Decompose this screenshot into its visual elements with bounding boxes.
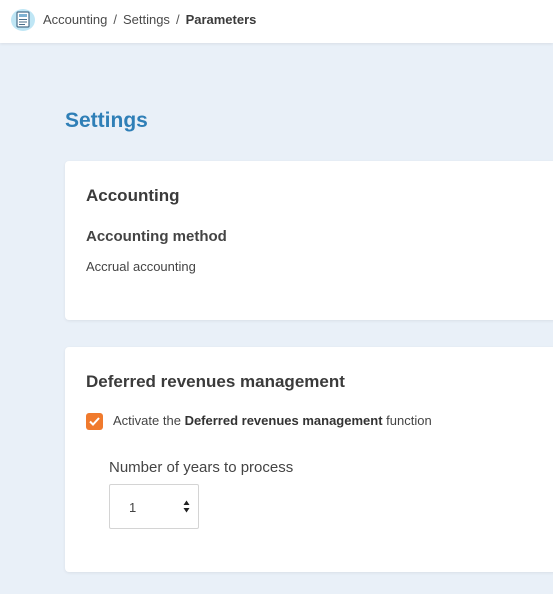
accounting-card-title: Accounting <box>86 186 180 205</box>
deferred-revenues-card: Deferred revenues management Activate th… <box>65 347 553 572</box>
accounting-method-label: Accounting method <box>86 228 227 245</box>
accounting-app-icon[interactable] <box>11 9 35 31</box>
accounting-method-value: Accrual accounting <box>86 259 196 274</box>
deferred-revenues-checkbox-label[interactable]: Activate the Deferred revenues managemen… <box>113 413 432 428</box>
accounting-card: Accounting Accounting method Accrual acc… <box>65 161 553 320</box>
years-to-process-label: Number of years to process <box>109 459 294 476</box>
deferred-revenues-card-title: Deferred revenues management <box>86 372 345 391</box>
years-to-process-value: 1 <box>129 500 137 515</box>
checkbox-label-prefix: Activate the <box>113 413 181 428</box>
top-bar: Accounting / Settings / Parameters <box>0 0 553 43</box>
years-to-process-select[interactable]: 1 <box>109 484 199 529</box>
breadcrumb-separator: / <box>113 12 117 27</box>
checkmark-icon <box>89 417 100 426</box>
page-title: Settings <box>65 109 148 132</box>
checkbox-label-bold: Deferred revenues management <box>184 413 383 428</box>
breadcrumb-current: Parameters <box>185 12 257 27</box>
deferred-revenues-checkbox[interactable] <box>86 413 103 430</box>
breadcrumb: Accounting / Settings / Parameters <box>43 12 256 27</box>
up-down-arrows-icon[interactable] <box>183 500 190 513</box>
breadcrumb-separator: / <box>175 12 180 27</box>
breadcrumb-settings[interactable]: Settings <box>123 12 170 27</box>
breadcrumb-accounting[interactable]: Accounting <box>43 12 107 27</box>
checkbox-label-suffix: function <box>386 413 432 428</box>
